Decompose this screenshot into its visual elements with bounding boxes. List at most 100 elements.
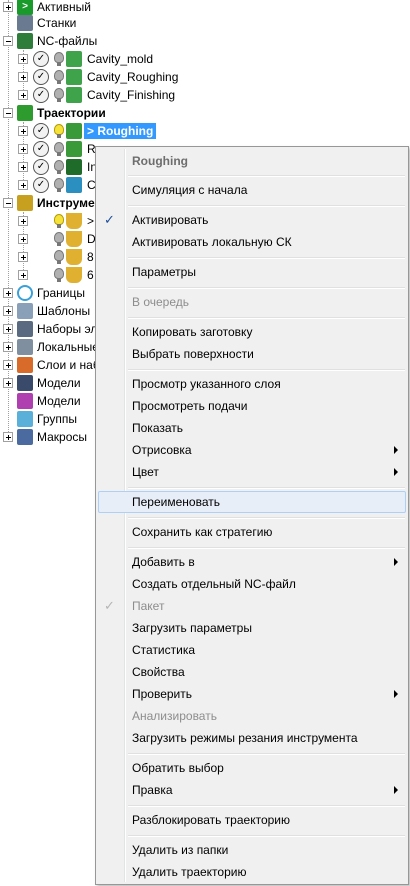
tree-item-toolpath[interactable]: ✓ C: [0, 176, 96, 194]
tree-item-nc-file[interactable]: ✓ Cavity_Finishing: [0, 86, 200, 104]
expand-toggle[interactable]: [18, 90, 28, 100]
bulb-off-icon[interactable]: [54, 232, 64, 246]
tree-item-toolpath-selected[interactable]: ✓ > Roughing: [0, 122, 160, 140]
check-circle-icon[interactable]: ✓: [33, 87, 49, 103]
bulb-off-icon[interactable]: [54, 142, 64, 156]
tree-item-machines[interactable]: Станки: [0, 14, 100, 32]
bulb-off-icon[interactable]: [54, 52, 64, 66]
bulb-off-icon[interactable]: [54, 268, 64, 282]
tree-item-nc-files[interactable]: NC-файлы: [0, 32, 120, 50]
expand-toggle[interactable]: [18, 162, 28, 172]
tree-item-levels[interactable]: Слои и наб: [0, 356, 100, 374]
menu-item-verify[interactable]: Проверить: [98, 683, 406, 705]
tree-item-toolpaths[interactable]: Траектории: [0, 104, 120, 122]
expand-toggle[interactable]: [3, 2, 13, 12]
tree-item-boundaries[interactable]: Границы: [0, 284, 95, 302]
check-circle-icon[interactable]: ✓: [33, 177, 49, 193]
tree-item-label: >: [87, 214, 95, 228]
expand-toggle[interactable]: [18, 216, 28, 226]
toolpath-icon: [66, 141, 82, 157]
expand-toggle[interactable]: [3, 342, 13, 352]
menu-item-unlock[interactable]: Разблокировать траекторию: [98, 809, 406, 831]
tree-item-tool[interactable]: 8: [0, 248, 95, 266]
check-circle-icon[interactable]: ✓: [33, 141, 49, 157]
menu-item-label: Отрисовка: [132, 443, 192, 457]
menu-item-label: Копировать заготовку: [132, 325, 253, 339]
tree-item-patterns[interactable]: Шаблоны: [0, 302, 95, 320]
bulb-on-icon[interactable]: [54, 124, 64, 138]
menu-item-view-layer[interactable]: Просмотр указанного слоя: [98, 373, 406, 395]
menu-item-load-cutting[interactable]: Загрузить режимы резания инструмента: [98, 727, 406, 749]
submenu-arrow-icon: [394, 468, 398, 476]
tree-item-feature-sets[interactable]: Наборы эл: [0, 320, 97, 338]
menu-item-activate[interactable]: ✓ Активировать: [98, 209, 406, 231]
menu-item-statistics[interactable]: Статистика: [98, 639, 406, 661]
toolpaths-icon: [17, 105, 33, 121]
tree-item-nc-file[interactable]: ✓ Cavity_Roughing: [0, 68, 200, 86]
expand-toggle[interactable]: [18, 144, 28, 154]
menu-item-simulate[interactable]: Симуляция с начала: [98, 179, 406, 201]
menu-item-label: Правка: [132, 783, 173, 797]
tree-item-toolpath[interactable]: ✓ In: [0, 158, 97, 176]
bulb-on-icon[interactable]: [54, 214, 64, 228]
menu-item-save-strategy[interactable]: Сохранить как стратегию: [98, 521, 406, 543]
menu-item-copy-stock[interactable]: Копировать заготовку: [98, 321, 406, 343]
menu-item-delete-from-folder[interactable]: Удалить из папки: [98, 839, 406, 861]
tree-item-tools[interactable]: Инструмен: [0, 194, 102, 212]
coordinate-system-icon: [17, 339, 33, 355]
bulb-off-icon[interactable]: [54, 88, 64, 102]
tree-item-models[interactable]: Модели: [0, 374, 95, 392]
tree-item-tool[interactable]: >: [0, 212, 95, 230]
expand-toggle[interactable]: [3, 324, 13, 334]
expand-toggle[interactable]: [3, 432, 13, 442]
bulb-off-icon[interactable]: [54, 160, 64, 174]
menu-item-rename[interactable]: Переименовать: [98, 491, 406, 513]
tree-item-macros[interactable]: Макросы: [0, 428, 95, 446]
tree-item-tool[interactable]: 6: [0, 266, 95, 284]
menu-item-invert-selection[interactable]: Обратить выбор: [98, 757, 406, 779]
expand-toggle[interactable]: [3, 360, 13, 370]
tree-item-tool[interactable]: D: [0, 230, 96, 248]
expand-toggle[interactable]: [18, 54, 28, 64]
menu-item-queue: В очередь: [98, 291, 406, 313]
check-circle-icon[interactable]: ✓: [33, 123, 49, 139]
tree-item-local-cs[interactable]: Локальные: [0, 338, 99, 356]
menu-item-select-surfaces[interactable]: Выбрать поверхности: [98, 343, 406, 365]
expand-toggle[interactable]: [3, 378, 13, 388]
menu-item-color[interactable]: Цвет: [98, 461, 406, 483]
tree-item-models[interactable]: Модели: [0, 392, 95, 410]
menu-item-load-params[interactable]: Загрузить параметры: [98, 617, 406, 639]
menu-item-parameters[interactable]: Параметры: [98, 261, 406, 283]
menu-item-delete-toolpath[interactable]: Удалить траекторию: [98, 861, 406, 883]
menu-item-activate-local-cs[interactable]: Активировать локальную СК: [98, 231, 406, 253]
menu-item-properties[interactable]: Свойства: [98, 661, 406, 683]
context-menu: Roughing Симуляция с начала ✓ Активирова…: [95, 146, 409, 885]
bulb-off-icon[interactable]: [54, 250, 64, 264]
tree-item-toolpath[interactable]: ✓ R: [0, 140, 96, 158]
collapse-toggle[interactable]: [3, 198, 13, 208]
collapse-toggle[interactable]: [3, 36, 13, 46]
check-circle-icon[interactable]: ✓: [33, 69, 49, 85]
boundary-icon: [17, 285, 33, 301]
check-circle-icon[interactable]: ✓: [33, 51, 49, 67]
menu-item-add-to[interactable]: Добавить в: [98, 551, 406, 573]
expand-toggle[interactable]: [18, 126, 28, 136]
tree-item-groups[interactable]: Группы: [0, 410, 95, 428]
menu-item-create-nc[interactable]: Создать отдельный NC-файл: [98, 573, 406, 595]
expand-toggle[interactable]: [18, 270, 28, 280]
bulb-off-icon[interactable]: [54, 70, 64, 84]
collapse-toggle[interactable]: [3, 108, 13, 118]
expand-toggle[interactable]: [18, 252, 28, 262]
menu-item-show[interactable]: Показать: [98, 417, 406, 439]
check-circle-icon[interactable]: ✓: [33, 159, 49, 175]
bulb-off-icon[interactable]: [54, 178, 64, 192]
expand-toggle[interactable]: [18, 180, 28, 190]
expand-toggle[interactable]: [18, 72, 28, 82]
menu-item-edit[interactable]: Правка: [98, 779, 406, 801]
tree-item-nc-file[interactable]: ✓ Cavity_mold: [0, 50, 200, 68]
menu-item-drawing[interactable]: Отрисовка: [98, 439, 406, 461]
menu-item-view-feeds[interactable]: Просмотреть подачи: [98, 395, 406, 417]
expand-toggle[interactable]: [3, 288, 13, 298]
expand-toggle[interactable]: [3, 306, 13, 316]
expand-toggle[interactable]: [18, 234, 28, 244]
